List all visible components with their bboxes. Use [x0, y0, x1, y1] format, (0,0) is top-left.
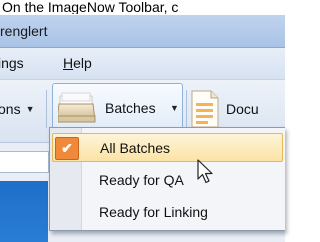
- menu-settings[interactable]: ings: [0, 55, 24, 71]
- batch-list-panel[interactable]: [0, 181, 48, 242]
- mouse-pointer-icon: [197, 159, 213, 184]
- batches-dropdown-menu: ✔ All Batches Ready for QA Ready for Lin…: [49, 127, 285, 231]
- batch-tray-icon: [58, 92, 96, 123]
- title-bar: renglert: [0, 15, 285, 48]
- toolbar-separator: [186, 90, 187, 128]
- window-title: renglert: [0, 23, 48, 39]
- chevron-down-icon: ▼: [25, 104, 35, 114]
- document-icon: [191, 90, 219, 128]
- menu-item-label: Ready for Linking: [99, 204, 208, 220]
- batches-label: Batches: [105, 100, 156, 116]
- menu-bar: ings Help: [0, 48, 285, 80]
- options-label: ons: [0, 101, 21, 117]
- menu-item-ready-for-qa[interactable]: Ready for QA: [52, 166, 283, 195]
- search-input[interactable]: [0, 151, 49, 173]
- documents-label: Docu: [226, 101, 259, 117]
- menu-help[interactable]: Help: [63, 55, 92, 71]
- instruction-caption: On the ImageNow Toolbar, c: [2, 0, 179, 14]
- menu-item-ready-for-linking[interactable]: Ready for Linking: [52, 198, 283, 227]
- checkmark-icon: ✔: [55, 137, 79, 160]
- options-button[interactable]: ons ▼: [0, 80, 35, 138]
- toolbar-separator: [46, 90, 47, 128]
- menu-item-all-batches[interactable]: ✔ All Batches: [52, 133, 283, 162]
- chevron-down-icon: ▼: [170, 103, 179, 113]
- menu-item-label: Ready for QA: [99, 172, 184, 188]
- menu-item-label: All Batches: [100, 140, 171, 156]
